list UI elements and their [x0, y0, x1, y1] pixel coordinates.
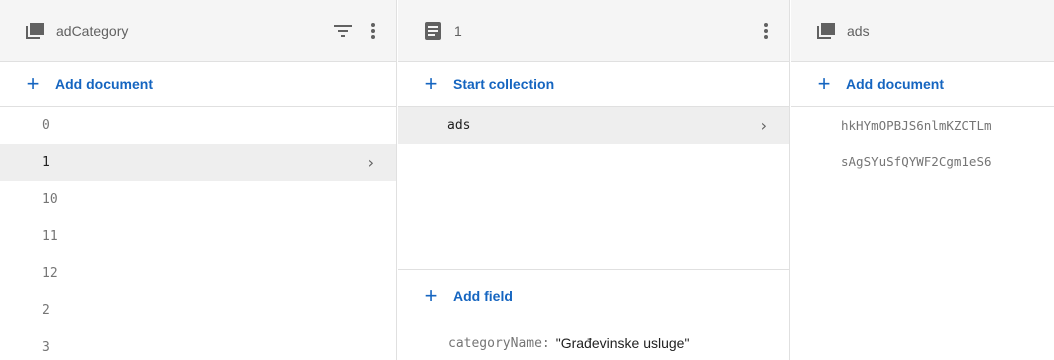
document-item-label: 10 [42, 192, 58, 207]
document-item-label: sAgSYuSfQYWF2Cgm1eS6 [841, 153, 992, 169]
chevron-right-icon: › [760, 116, 767, 135]
add-document-label: Add document [55, 76, 153, 92]
document-item[interactable]: 0 [0, 107, 396, 144]
add-document-button[interactable]: + Add document [791, 62, 1054, 107]
add-document-button[interactable]: + Add document [0, 62, 396, 107]
add-field-label: Add field [453, 288, 513, 304]
more-vert-icon[interactable] [755, 20, 777, 42]
document-item[interactable]: 12 [0, 255, 396, 292]
document-list: 0 1 › 10 11 12 2 3 [0, 107, 396, 360]
collection-title: adCategory [56, 22, 129, 39]
field-key: categoryName [448, 335, 542, 351]
collection-panel: ads + Add document hkHYmOPBJS6nlmKZCTLm s… [791, 0, 1054, 360]
filter-icon[interactable] [332, 20, 354, 42]
document-item-label: 3 [42, 340, 50, 355]
document-item[interactable]: hkHYmOPBJS6nlmKZCTLm [791, 107, 1054, 143]
plus-icon: + [817, 71, 831, 96]
subcollection-item-label: ads [447, 118, 471, 133]
document-item-label: 12 [42, 266, 58, 281]
document-item-label: 11 [42, 229, 58, 244]
plus-icon: + [26, 71, 40, 96]
collection-title: ads [847, 22, 870, 39]
start-collection-label: Start collection [453, 76, 555, 92]
field-value: "Građevinske usluge" [555, 335, 690, 351]
panel-header: 1 [398, 0, 789, 62]
document-icon [422, 20, 444, 42]
panel-header: ads [791, 0, 1054, 62]
document-item-label: 0 [42, 118, 50, 133]
collection-icon [815, 20, 837, 42]
document-item[interactable]: sAgSYuSfQYWF2Cgm1eS6 [791, 143, 1054, 179]
document-list: hkHYmOPBJS6nlmKZCTLm sAgSYuSfQYWF2Cgm1eS6 [791, 107, 1054, 179]
chevron-right-icon: › [367, 153, 374, 172]
subcollection-item[interactable]: ads › [398, 107, 789, 144]
add-document-label: Add document [846, 76, 944, 92]
document-item[interactable]: 11 [0, 218, 396, 255]
document-item-label: hkHYmOPBJS6nlmKZCTLm [841, 117, 992, 133]
plus-icon: + [424, 283, 438, 308]
document-item[interactable]: 1 › [0, 144, 396, 181]
subcollection-list: ads › [398, 107, 789, 144]
add-field-button[interactable]: + Add field [398, 270, 789, 322]
document-item[interactable]: 10 [0, 181, 396, 218]
start-collection-button[interactable]: + Start collection [398, 62, 789, 107]
collection-panel: adCategory + Add document 0 1 › 10 11 12 2 3 [0, 0, 397, 360]
field-row[interactable]: categoryName : "Građevinske usluge" [398, 322, 789, 360]
document-item-label: 1 [42, 155, 50, 170]
fields-section: + Add field categoryName : "Građevinske … [398, 269, 789, 360]
field-colon: : [541, 335, 550, 351]
panel-header: adCategory [0, 0, 396, 62]
collection-icon [24, 20, 46, 42]
document-item[interactable]: 3 [0, 329, 396, 360]
document-title: 1 [454, 22, 462, 39]
more-vert-icon[interactable] [362, 20, 384, 42]
document-panel: 1 + Start collection ads › + Add field ca… [398, 0, 790, 360]
document-item[interactable]: 2 [0, 292, 396, 329]
plus-icon: + [424, 71, 438, 96]
document-item-label: 2 [42, 303, 50, 318]
